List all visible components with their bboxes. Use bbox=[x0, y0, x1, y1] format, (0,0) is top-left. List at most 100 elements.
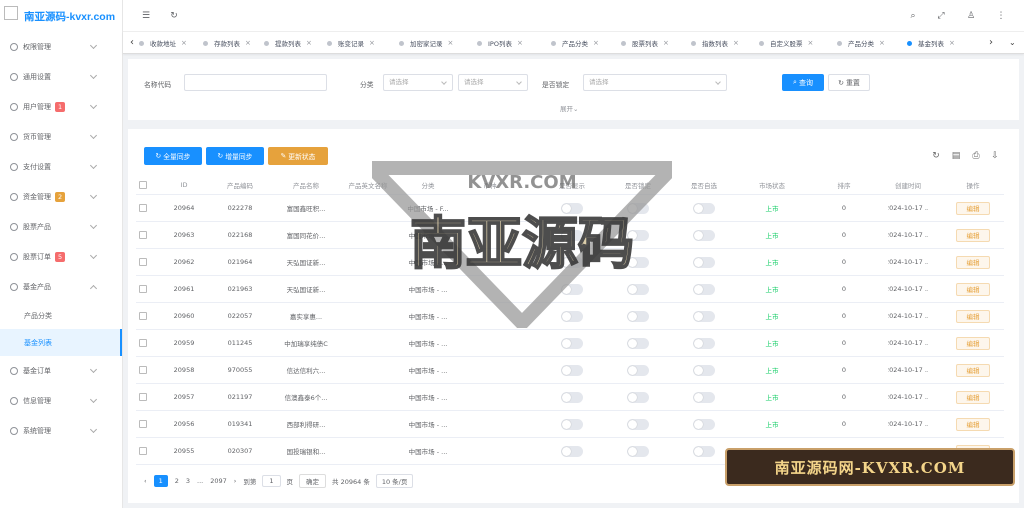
column-header[interactable]: 操作 bbox=[942, 175, 1004, 194]
row-checkbox[interactable] bbox=[136, 249, 150, 275]
page-number[interactable]: ... bbox=[197, 477, 203, 485]
sidebar-item[interactable]: 用户管理 1 bbox=[0, 92, 122, 122]
toggle-switch[interactable] bbox=[693, 256, 715, 268]
sidebar-item[interactable]: 权限管理 bbox=[0, 32, 122, 62]
edit-button[interactable]: 编辑 bbox=[956, 228, 990, 242]
row-checkbox[interactable] bbox=[136, 276, 150, 302]
tags-prev-icon[interactable]: ‹ bbox=[130, 36, 134, 50]
show-toggle[interactable] bbox=[544, 384, 600, 410]
fullscreen-icon[interactable]: ⤢ bbox=[936, 11, 946, 21]
column-header[interactable]: 分类 bbox=[398, 175, 458, 194]
show-toggle[interactable] bbox=[544, 276, 600, 302]
column-header[interactable]: 排序 bbox=[810, 175, 878, 194]
print-icon[interactable]: ⎙ bbox=[971, 151, 981, 161]
query-button[interactable]: ⌕ 查询 bbox=[782, 74, 824, 91]
expand-toggle[interactable]: 展开⌄ bbox=[560, 103, 578, 113]
table-row[interactable]: 20957 021197 信澳鑫泰6个... 中国市场 - ... 上市 0 2024-10… bbox=[136, 384, 1004, 411]
favorite-toggle[interactable] bbox=[676, 411, 732, 437]
row-checkbox[interactable] bbox=[136, 330, 150, 356]
tag-item[interactable]: 加密家记录 × bbox=[399, 36, 453, 50]
toggle-switch[interactable] bbox=[561, 445, 583, 457]
sidebar-item[interactable]: 通用设置 bbox=[0, 62, 122, 92]
sidebar-subitem[interactable]: 产品分类 bbox=[0, 302, 122, 329]
lock-toggle[interactable] bbox=[610, 357, 666, 383]
table-row[interactable]: 20964 022278 富国鑫旺积... 中国市场 - F... 上市 0 2024-10… bbox=[136, 195, 1004, 222]
column-header[interactable]: 产品编码 bbox=[216, 175, 264, 194]
row-checkbox[interactable] bbox=[136, 222, 150, 248]
tag-item[interactable]: 自定义股票 × bbox=[759, 36, 813, 50]
sidebar-item[interactable]: 股票订单 5 bbox=[0, 242, 122, 272]
tag-item[interactable]: 产品分类 × bbox=[551, 36, 599, 50]
sidebar-item[interactable]: 股票产品 bbox=[0, 212, 122, 242]
favorite-toggle[interactable] bbox=[676, 357, 732, 383]
checkbox[interactable] bbox=[139, 339, 147, 347]
checkbox[interactable] bbox=[139, 231, 147, 239]
show-toggle[interactable] bbox=[544, 195, 600, 221]
toggle-switch[interactable] bbox=[693, 202, 715, 214]
table-row[interactable]: 20963 022168 富国同花价... 中国市场 - ... 上市 0 2024-10-… bbox=[136, 222, 1004, 249]
toggle-switch[interactable] bbox=[561, 283, 583, 295]
favorite-toggle[interactable] bbox=[676, 276, 732, 302]
export-icon[interactable]: ⇩ bbox=[990, 151, 1000, 161]
sidebar-item[interactable]: 货币管理 bbox=[0, 122, 122, 152]
favorite-toggle[interactable] bbox=[676, 303, 732, 329]
name-code-input[interactable] bbox=[184, 74, 327, 91]
toggle-switch[interactable] bbox=[627, 283, 649, 295]
sidebar-item[interactable]: 信息管理 bbox=[0, 386, 122, 416]
sidebar-item[interactable]: 基金产品 bbox=[0, 272, 122, 302]
column-header[interactable]: 产品名称 bbox=[276, 175, 336, 194]
show-toggle[interactable] bbox=[544, 303, 600, 329]
reset-button[interactable]: ↻ 重置 bbox=[828, 74, 870, 91]
edit-button[interactable]: 编辑 bbox=[956, 309, 990, 323]
close-icon[interactable]: × bbox=[808, 39, 814, 47]
row-checkbox[interactable] bbox=[136, 303, 150, 329]
goto-confirm-button[interactable]: 确定 bbox=[299, 474, 327, 488]
sidebar-subitem[interactable]: 基金列表 bbox=[0, 329, 122, 356]
toggle-switch[interactable] bbox=[561, 256, 583, 268]
checkbox[interactable] bbox=[139, 285, 147, 293]
tag-item[interactable]: 股票列表 × bbox=[621, 36, 669, 50]
logo[interactable]: 南亚源码-kvxr.com bbox=[0, 0, 122, 32]
edit-button[interactable]: 编辑 bbox=[956, 363, 990, 377]
lock-toggle[interactable] bbox=[610, 276, 666, 302]
edit-button[interactable]: 编辑 bbox=[956, 255, 990, 269]
toggle-switch[interactable] bbox=[627, 445, 649, 457]
close-icon[interactable]: × bbox=[369, 39, 375, 47]
toggle-switch[interactable] bbox=[693, 391, 715, 403]
favorite-toggle[interactable] bbox=[676, 249, 732, 275]
show-toggle[interactable] bbox=[544, 411, 600, 437]
toggle-switch[interactable] bbox=[627, 391, 649, 403]
close-icon[interactable]: × bbox=[663, 39, 669, 47]
close-icon[interactable]: × bbox=[593, 39, 599, 47]
toggle-switch[interactable] bbox=[627, 364, 649, 376]
column-header[interactable]: 是否锁定 bbox=[610, 175, 666, 194]
row-checkbox[interactable] bbox=[136, 195, 150, 221]
edit-button[interactable]: 编辑 bbox=[956, 390, 990, 404]
checkbox[interactable] bbox=[139, 447, 147, 455]
tag-item[interactable]: 产品分类 × bbox=[837, 36, 885, 50]
refresh-icon[interactable]: ↻ bbox=[931, 151, 941, 161]
tag-item[interactable]: 提款列表 × bbox=[264, 36, 312, 50]
toggle-switch[interactable] bbox=[693, 229, 715, 241]
toggle-switch[interactable] bbox=[627, 202, 649, 214]
row-checkbox[interactable] bbox=[136, 411, 150, 437]
checkbox[interactable] bbox=[139, 312, 147, 320]
toggle-switch[interactable] bbox=[627, 256, 649, 268]
row-checkbox[interactable] bbox=[136, 384, 150, 410]
lock-toggle[interactable] bbox=[610, 195, 666, 221]
toggle-switch[interactable] bbox=[693, 418, 715, 430]
lock-toggle[interactable] bbox=[610, 222, 666, 248]
refresh-icon[interactable]: ↻ bbox=[169, 11, 179, 21]
edit-button[interactable]: 编辑 bbox=[956, 417, 990, 431]
next-page-icon[interactable]: › bbox=[234, 477, 237, 485]
toggle-switch[interactable] bbox=[693, 283, 715, 295]
hamburger-icon[interactable]: ☰ bbox=[141, 11, 151, 21]
close-icon[interactable]: × bbox=[949, 39, 955, 47]
toggle-switch[interactable] bbox=[693, 310, 715, 322]
tag-item[interactable]: 账变记录 × bbox=[327, 36, 375, 50]
table-row[interactable]: 20961 021963 天弘国证新... 中国市场 - ... 上市 0 2024-10-… bbox=[136, 276, 1004, 303]
update-status-button[interactable]: ✎ 更新状态 bbox=[268, 147, 328, 165]
sidebar-item[interactable]: 系统管理 bbox=[0, 416, 122, 446]
column-header[interactable]: 是否自选 bbox=[676, 175, 732, 194]
close-icon[interactable]: × bbox=[733, 39, 739, 47]
